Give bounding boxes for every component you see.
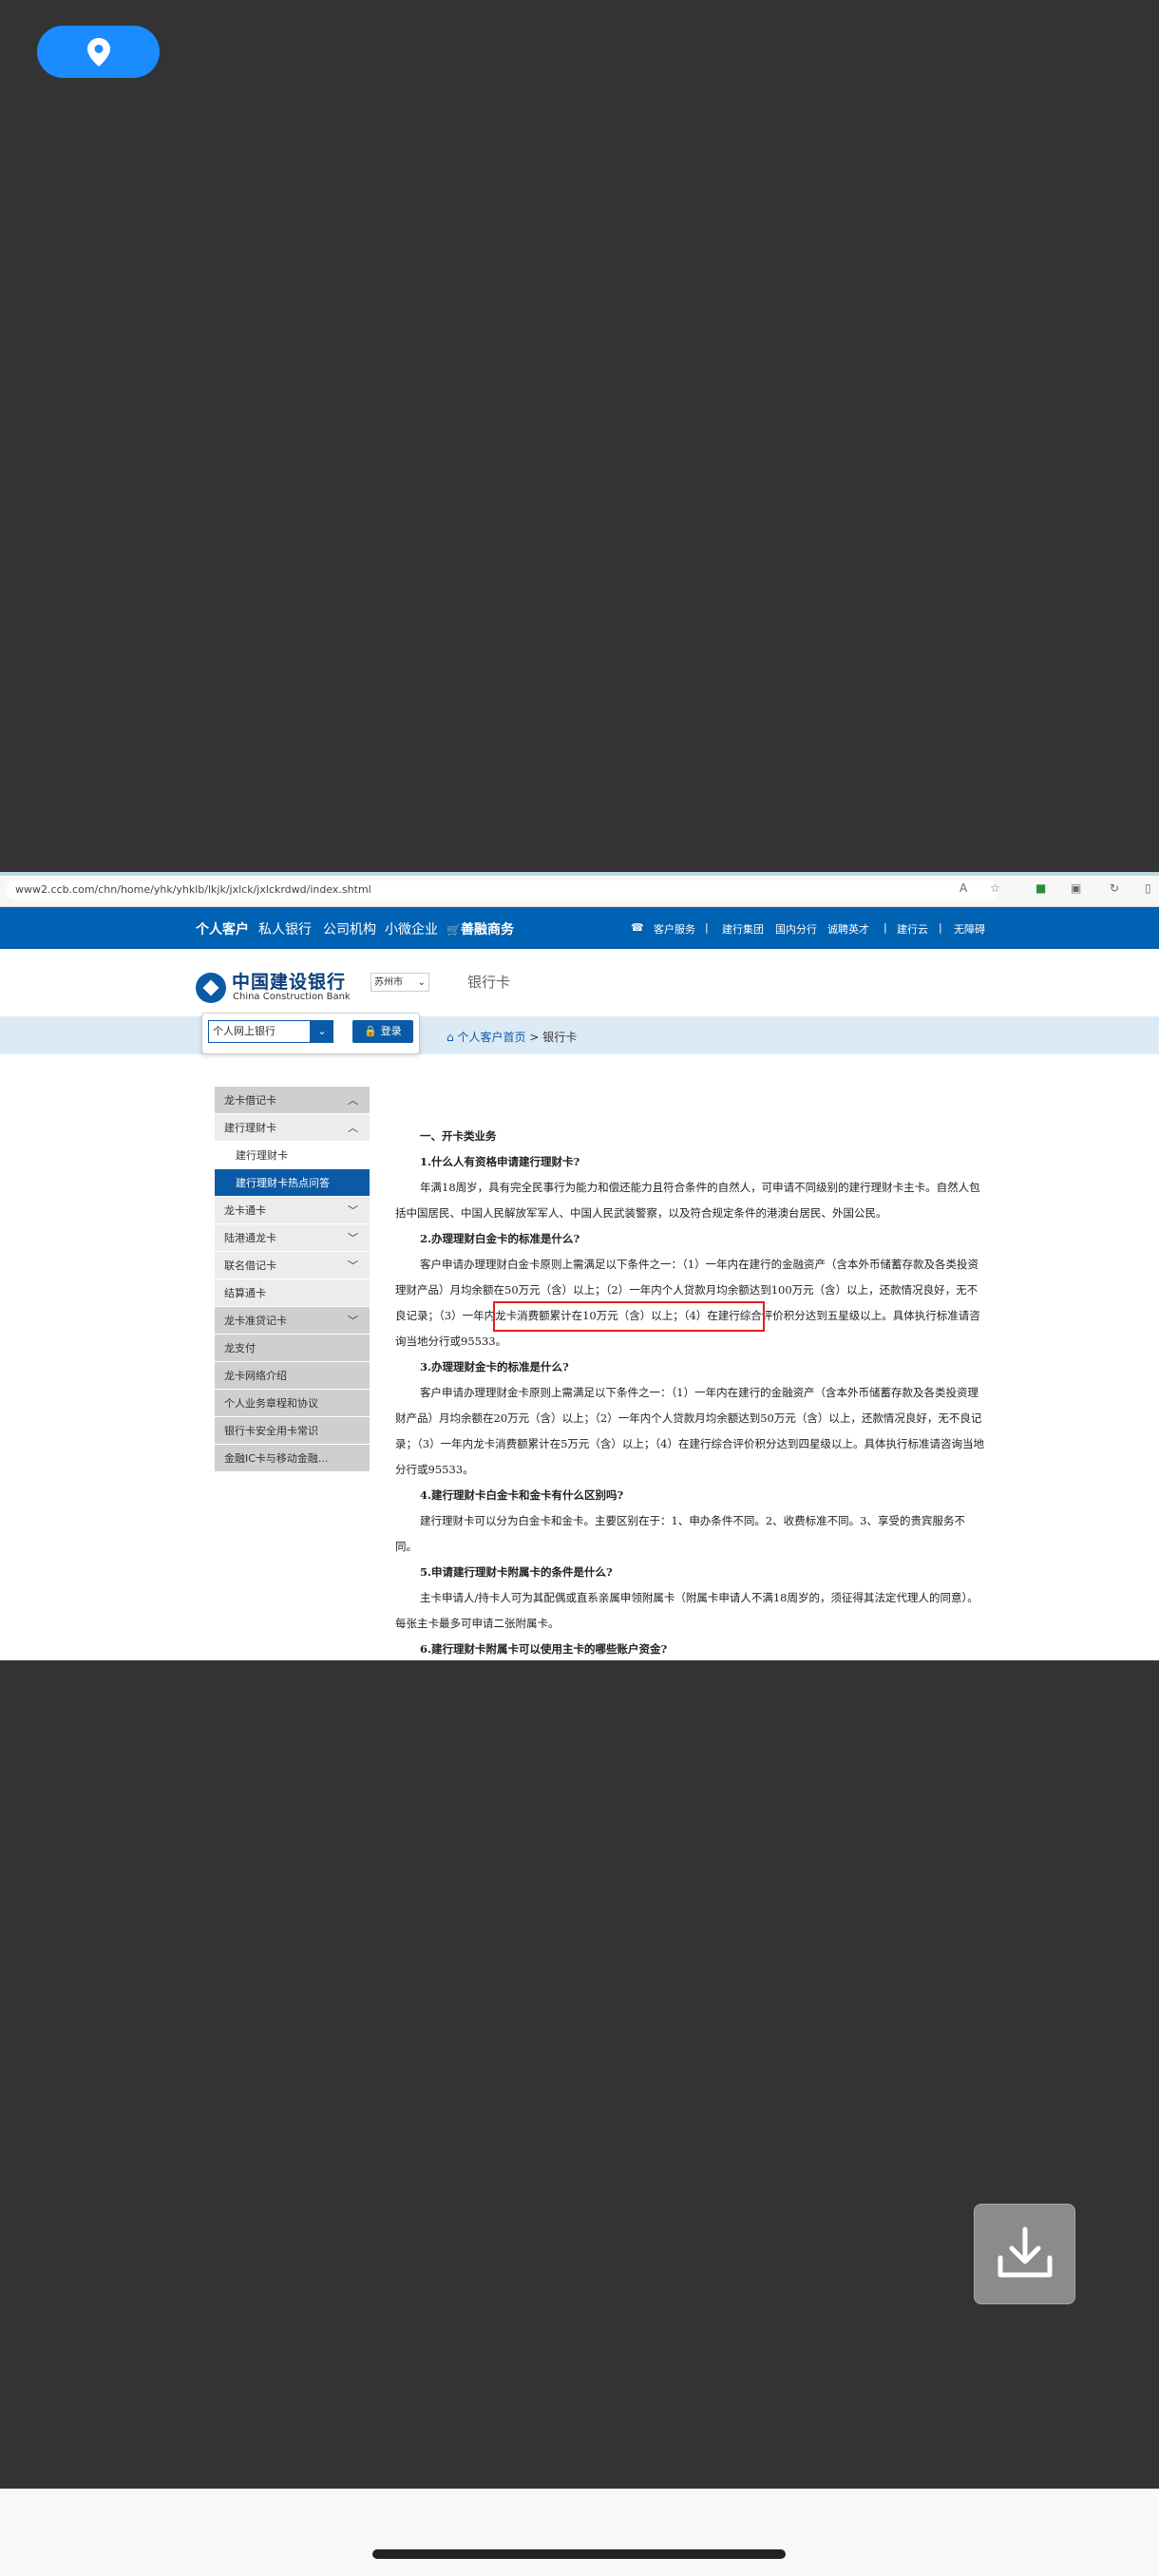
section-heading: 一、开卡类业务 [420,1129,497,1143]
question-5: 5.申请建行理财卡附属卡的条件是什么? [420,1565,613,1579]
section-title: 银行卡 [467,974,511,991]
sidebar-item-settlement-card[interactable]: 结算通卡 [215,1279,370,1307]
extension-icon[interactable]: ■ [1036,881,1046,895]
favorite-star-icon[interactable]: ☆ [990,881,1000,895]
chevron-down-icon: ﹀ [348,1315,358,1327]
chevron-down-icon: ﹀ [348,1204,358,1217]
home-icon: ⌂ [446,1031,454,1044]
sidebar-item-faq[interactable]: 建行理财卡热点问答 [215,1169,370,1197]
answer-5: 主卡申请人/持卡人可为其配偶或直系亲属申领附属卡（附属卡申请人不满18周岁的，须… [395,1591,978,1630]
question-3: 3.办理理财金卡的标准是什么? [420,1360,569,1373]
download-icon [998,2226,1052,2278]
breadcrumb-home[interactable]: 个人客户首页 [457,1031,525,1044]
highlight-box [493,1301,765,1332]
breadcrumb: ⌂ 个人客户首页 > 银行卡 [446,1029,577,1045]
brand-name-en: China Construction Bank [233,992,351,1002]
question-2: 2.办理理财白金卡的标准是什么? [420,1232,580,1245]
answer-1: 年满18周岁，具有完全民事行为能力和偿还能力且符合条件的自然人，可申请不同级别的… [395,1181,980,1220]
chevron-down-icon: ﹀ [348,1260,358,1272]
answer-3: 客户申请办理理财金卡原则上需满足以下条件之一：（1）一年内在建行的金融资产（含本… [395,1386,984,1476]
chevron-up-icon: ︿ [348,1094,358,1107]
nav-corporate[interactable]: 公司机构 [323,919,376,938]
nav-ccb-group[interactable]: 建行集团 [722,921,764,937]
sidebar-item-credit-card[interactable]: 龙卡准贷记卡 ﹀ [215,1307,370,1335]
chevron-up-icon: ︿ [348,1122,358,1134]
sidebar-item-debit-card[interactable]: 龙卡借记卡 ︿ [215,1087,370,1114]
faq-content: 一、开卡类业务 1.什么人有资格申请建行理财卡? 年满18周岁，具有完全民事行为… [395,1124,984,1660]
top-navigation: 个人客户 私人银行 公司机构 小微企业 🛒善融商务 ☎ 客户服务 | 建行集团 … [0,907,1159,949]
url-text: www2.ccb.com/chn/home/yhk/yhklb/lkjk/jxl… [15,883,371,896]
question-4: 4.建行理财卡白金卡和金卡有什么区别吗? [420,1488,624,1502]
nav-careers[interactable]: 诚聘英才 [827,921,869,937]
breadcrumb-current: 银行卡 [542,1031,578,1044]
read-aloud-icon[interactable]: A [960,881,967,895]
nav-accessibility[interactable]: 无障碍 [954,921,985,937]
sidebar-item-ic-card[interactable]: 金融IC卡与移动金融... [215,1445,370,1472]
sidebar: 龙卡借记卡 ︿ 建行理财卡 ︿ 建行理财卡 建行理财卡热点问答 龙卡通卡 ﹀ 陆港通龙… [215,1087,370,1472]
ccb-logo-icon [196,973,226,1003]
sidebar-item-agreements[interactable]: 个人业务章程和协议 [215,1390,370,1417]
sidebar-item-wealth-card[interactable]: 建行理财卡 ︿ [215,1114,370,1142]
chevron-down-icon: ﹀ [348,1232,358,1244]
brand-name-cn: 中国建设银行 [232,972,347,993]
breadcrumb-bar [0,1016,1159,1054]
home-indicator[interactable] [372,2549,786,2559]
sidebar-item-hk-card[interactable]: 陆港通龙卡 ﹀ [215,1224,370,1252]
nav-ccb-cloud[interactable]: 建行云 [897,921,928,937]
sidebar-item-network[interactable]: 龙卡网络介绍 [215,1362,370,1390]
download-button[interactable] [974,2204,1075,2304]
cart-icon: 🛒 [446,923,461,937]
login-type-select[interactable]: 个人网上银行 [208,1020,311,1043]
chevron-down-icon: ⌄ [417,977,426,988]
nav-personal[interactable]: 个人客户 [196,919,249,938]
sidebar-item-longka-tong[interactable]: 龙卡通卡 ﹀ [215,1197,370,1224]
login-panel: 个人网上银行 ⌄ 🔒 登录 [201,1013,420,1054]
refresh-icon[interactable]: ↻ [1110,881,1119,895]
login-button[interactable]: 🔒 登录 [352,1020,413,1043]
nav-domestic-branch[interactable]: 国内分行 [775,921,817,937]
breadcrumb-sep: > [529,1031,540,1044]
question-6: 6.建行理财卡附属卡可以使用主卡的哪些账户资金? [420,1642,668,1656]
sidebar-item-cobrand-card[interactable]: 联名借记卡 ﹀ [215,1252,370,1279]
sidebar-item-longpay[interactable]: 龙支付 [215,1335,370,1362]
chevron-down-icon[interactable]: ⌄ [311,1020,333,1043]
headset-icon: ☎ [631,921,644,934]
sidebar-item-safety[interactable]: 银行卡安全用卡常识 [215,1417,370,1445]
sidebar-item-wealth-card-sub[interactable]: 建行理财卡 [215,1142,370,1169]
question-1: 1.什么人有资格申请建行理财卡? [420,1155,580,1168]
webpage-screenshot: www2.ccb.com/chn/home/yhk/yhklb/lkjk/jxl… [0,872,1159,1660]
bottom-bar [0,2489,1159,2576]
answer-4: 建行理财卡可以分为白金卡和金卡。主要区别在于：1、申办条件不同。2、收费标准不同… [395,1514,965,1553]
city-select[interactable]: 苏州市 ⌄ [370,973,429,992]
sidebar-icon[interactable]: ▯ [1145,881,1151,895]
nav-small-business[interactable]: 小微企业 [385,919,438,938]
nav-private-banking[interactable]: 私人银行 [258,919,312,938]
lock-icon: 🔒 [364,1025,378,1037]
location-button[interactable] [37,26,160,78]
browser-address-bar: www2.ccb.com/chn/home/yhk/yhklb/lkjk/jxl… [0,872,1159,907]
nav-shanrong[interactable]: 🛒善融商务 [446,919,514,938]
collections-icon[interactable]: ▣ [1071,881,1081,895]
nav-customer-service[interactable]: 客户服务 [654,921,695,937]
browser-accent-strip [0,872,1159,876]
map-pin-icon [86,37,110,66]
